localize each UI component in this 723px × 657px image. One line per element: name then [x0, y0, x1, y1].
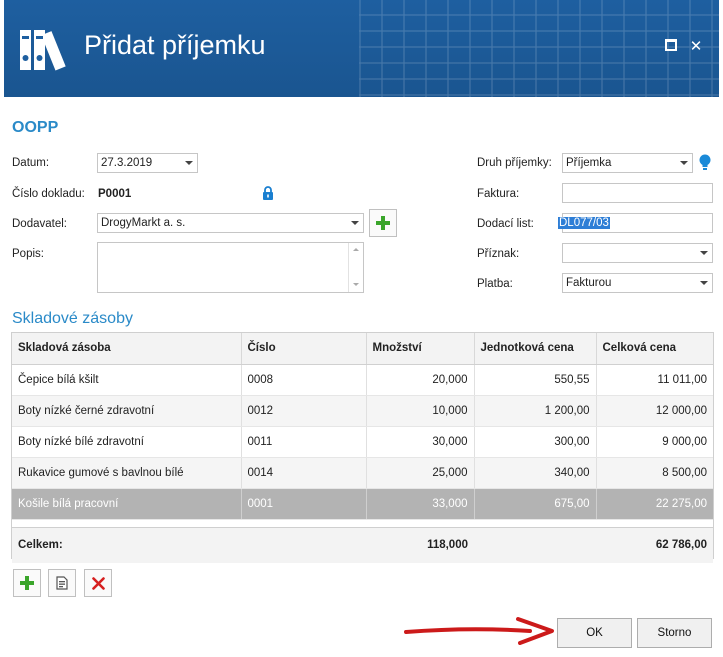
binders-icon	[20, 30, 66, 71]
cell-number: 0001	[241, 488, 367, 520]
cell-qty: 10,000	[366, 395, 475, 427]
column-header[interactable]: Celková cena	[596, 333, 713, 365]
window-title: Přidat příjemku	[84, 30, 266, 60]
cell-name: Boty nízké bílé zdravotní	[12, 426, 242, 458]
cell-name: Čepice bílá kšilt	[12, 364, 242, 396]
summary-qty: 118,000	[366, 527, 474, 563]
dodavatel-value: DrogyMarkt a. s.	[101, 217, 186, 229]
chevron-down-icon	[700, 251, 708, 255]
chevron-down-icon	[185, 161, 193, 165]
stock-section-title: Skladové zásoby	[12, 310, 133, 327]
cell-total: 11 011,00	[596, 364, 713, 396]
chevron-down-icon	[680, 161, 688, 165]
cell-qty: 25,000	[366, 457, 475, 489]
cell-total: 22 275,00	[596, 488, 713, 520]
table-row[interactable]: Boty nízké černé zdravotní 0012 10,000 1…	[12, 395, 713, 427]
platba-value: Fakturou	[566, 277, 612, 289]
ok-button[interactable]: OK	[557, 618, 632, 648]
column-header[interactable]: Skladová zásoba	[12, 333, 242, 365]
delete-row-button[interactable]	[84, 569, 112, 597]
dodaci-list-value: DL077/03	[558, 217, 610, 229]
table-row[interactable]: Rukavice gumové s bavlnou bílé 0014 25,0…	[12, 457, 713, 489]
maximize-icon[interactable]	[662, 38, 680, 56]
datum-label: Datum:	[12, 157, 50, 169]
cell-unit-price: 300,00	[474, 426, 597, 458]
popis-label: Popis:	[12, 248, 44, 260]
cell-name: Košile bílá pracovní	[12, 488, 242, 520]
datum-value: 27.3.2019	[101, 157, 153, 169]
dodaci-list-input[interactable]: DL077/03	[558, 213, 713, 233]
dodaci-list-label: Dodací list:	[477, 218, 534, 230]
table-row[interactable]: Boty nízké bílé zdravotní 0011 30,000 30…	[12, 426, 713, 458]
platba-select[interactable]: Fakturou	[562, 273, 713, 293]
section-title: OOPP	[12, 119, 59, 136]
cell-unit-price: 1 200,00	[474, 395, 597, 427]
add-supplier-button[interactable]	[369, 209, 397, 237]
popis-textarea[interactable]	[97, 242, 364, 293]
cislo-dokladu-value: P0001	[98, 188, 132, 200]
scroll-down-icon[interactable]	[353, 283, 359, 286]
summary-row: Celkem: 118,000 62 786,00	[12, 527, 713, 563]
cell-qty: 20,000	[366, 364, 475, 396]
table-row-selected[interactable]: Košile bílá pracovní 0001 33,000 675,00 …	[12, 488, 713, 520]
column-header[interactable]: Množství	[366, 333, 475, 365]
summary-label: Celkem:	[12, 527, 241, 563]
priznak-label: Příznak:	[477, 248, 520, 260]
cell-name: Rukavice gumové s bavlnou bílé	[12, 457, 242, 489]
chevron-down-icon	[700, 281, 708, 285]
lock-icon[interactable]	[262, 186, 274, 200]
edit-row-button[interactable]	[48, 569, 76, 597]
plus-icon	[376, 216, 390, 230]
cell-name: Boty nízké černé zdravotní	[12, 395, 242, 427]
cell-number: 0008	[241, 364, 367, 396]
column-header[interactable]: Číslo	[241, 333, 367, 365]
cell-total: 9 000,00	[596, 426, 713, 458]
delete-x-icon	[91, 576, 105, 590]
dodavatel-select[interactable]: DrogyMarkt a. s.	[97, 213, 364, 233]
cislo-dokladu-label: Číslo dokladu:	[12, 188, 85, 200]
column-header[interactable]: Jednotková cena	[474, 333, 597, 365]
stock-grid[interactable]: Skladová zásoba Číslo Množství Jednotkov…	[11, 332, 714, 563]
add-row-button[interactable]	[13, 569, 41, 597]
cell-unit-price: 550,55	[474, 364, 597, 396]
platba-label: Platba:	[477, 278, 513, 290]
cell-unit-price: 340,00	[474, 457, 597, 489]
arrow-annotation-icon	[404, 617, 554, 645]
druh-prijemky-value: Příjemka	[566, 157, 612, 169]
priznak-select[interactable]	[562, 243, 713, 263]
lightbulb-icon[interactable]	[699, 154, 711, 171]
cell-number: 0012	[241, 395, 367, 427]
plus-icon	[20, 576, 34, 590]
grid-spacer	[12, 519, 713, 528]
title-bar: Přidat příjemku ✕	[4, 0, 719, 97]
datum-date-picker[interactable]: 27.3.2019	[97, 153, 198, 173]
document-edit-icon	[56, 576, 68, 590]
cell-unit-price: 675,00	[474, 488, 597, 520]
scroll-up-icon[interactable]	[353, 248, 359, 251]
grid-header-row: Skladová zásoba Číslo Množství Jednotkov…	[12, 333, 713, 365]
faktura-label: Faktura:	[477, 188, 520, 200]
cell-qty: 33,000	[366, 488, 475, 520]
cell-qty: 30,000	[366, 426, 475, 458]
close-icon[interactable]: ✕	[687, 38, 705, 56]
summary-empty	[474, 527, 596, 563]
textarea-scrollbar[interactable]	[348, 243, 363, 292]
druh-prijemky-select[interactable]: Příjemka	[562, 153, 693, 173]
summary-total: 62 786,00	[596, 527, 713, 563]
cell-total: 12 000,00	[596, 395, 713, 427]
cancel-button[interactable]: Storno	[637, 618, 712, 648]
faktura-input[interactable]	[562, 183, 713, 203]
chevron-down-icon	[351, 221, 359, 225]
cell-number: 0014	[241, 457, 367, 489]
table-row[interactable]: Čepice bílá kšilt 0008 20,000 550,55 11 …	[12, 364, 713, 396]
druh-prijemky-label: Druh příjemky:	[477, 157, 552, 169]
summary-empty	[241, 527, 366, 563]
dodavatel-label: Dodavatel:	[12, 218, 67, 230]
cell-number: 0011	[241, 426, 367, 458]
cell-total: 8 500,00	[596, 457, 713, 489]
